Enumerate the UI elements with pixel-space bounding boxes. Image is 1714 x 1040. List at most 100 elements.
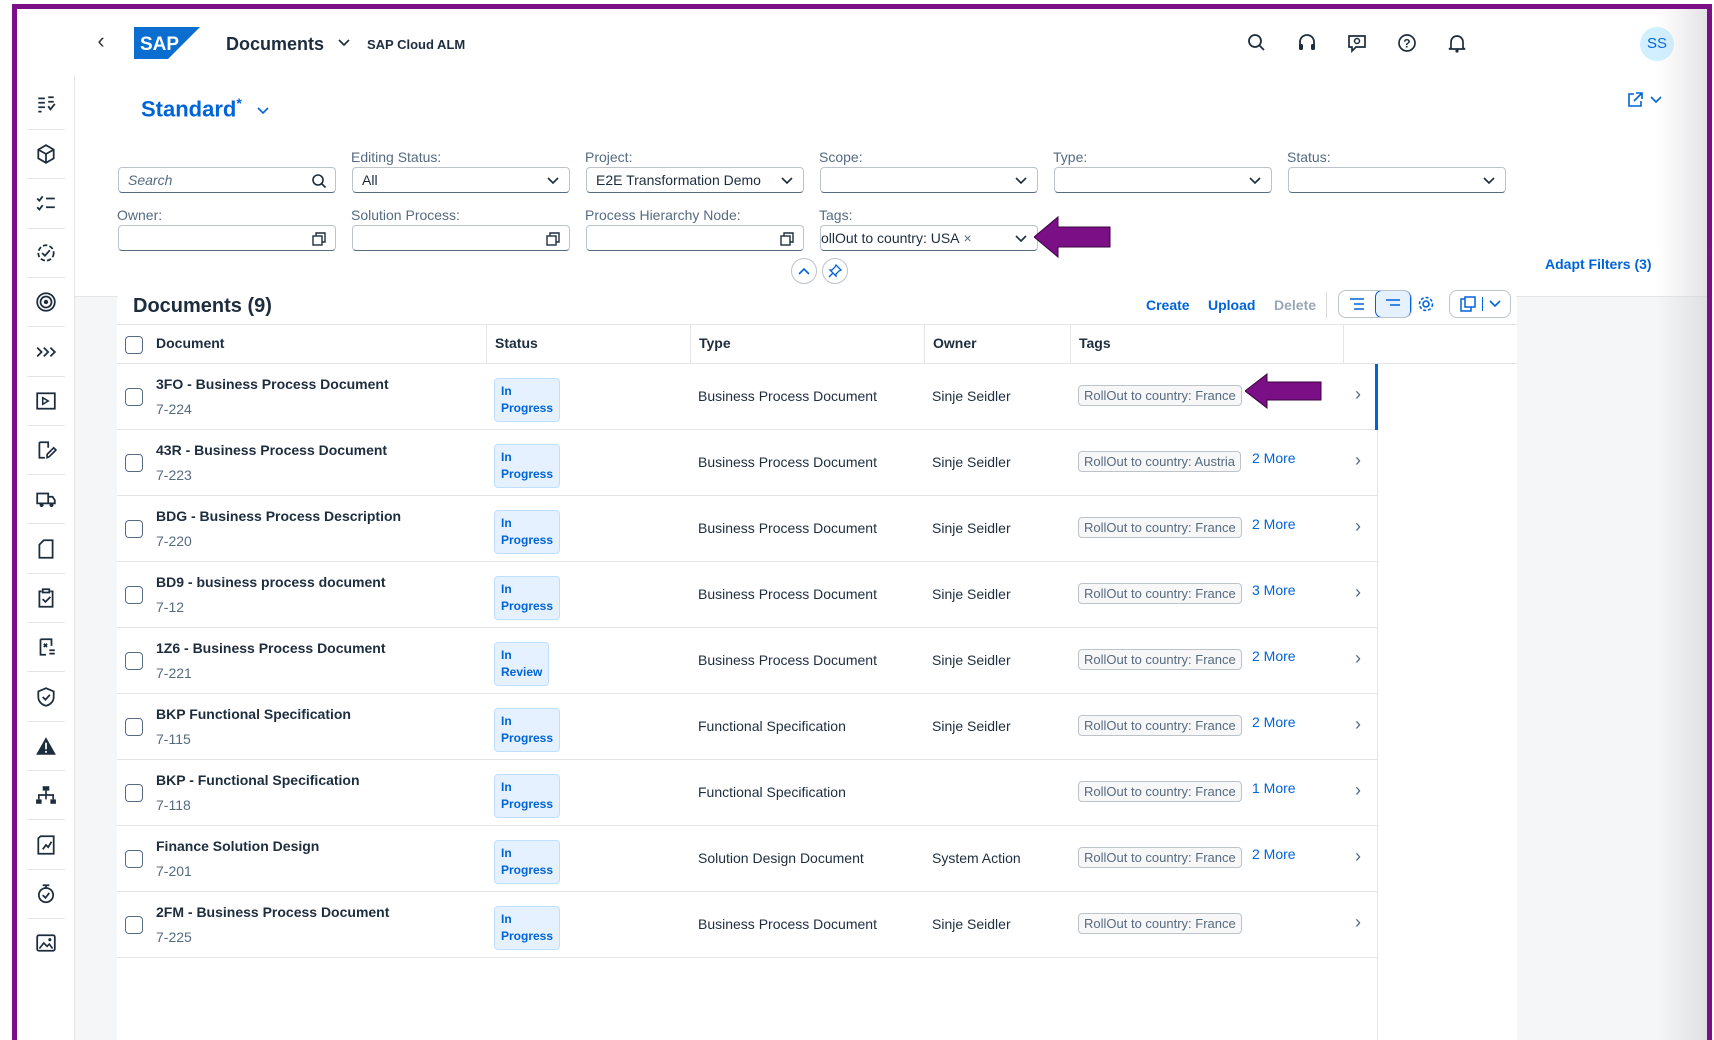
more-tags-link[interactable]: 2 More — [1252, 516, 1296, 532]
more-tags-link[interactable]: 2 More — [1252, 648, 1296, 664]
row-checkbox[interactable] — [125, 586, 143, 604]
side-nav-item-3[interactable] — [21, 178, 71, 230]
chevron-down-icon[interactable] — [1011, 229, 1031, 249]
row-navigation-icon[interactable]: › — [1355, 912, 1361, 933]
search-input[interactable]: Search — [118, 167, 336, 193]
document-name[interactable]: 2FM - Business Process Document — [156, 904, 389, 920]
help-icon[interactable]: ? — [1395, 31, 1419, 55]
table-row[interactable]: 43R - Business Process Document 7-223 In Pr… — [117, 430, 1377, 496]
row-navigation-icon[interactable]: › — [1355, 648, 1361, 669]
side-nav-item-6[interactable] — [21, 326, 71, 378]
document-name[interactable]: BKP - Functional Specification — [156, 772, 360, 788]
row-checkbox[interactable] — [125, 652, 143, 670]
pin-header-button[interactable] — [822, 258, 848, 284]
gear-icon[interactable] — [1417, 295, 1435, 313]
view-toggle[interactable] — [1338, 290, 1412, 318]
side-nav-item-7[interactable] — [21, 375, 71, 427]
column-header-owner[interactable]: Owner — [933, 335, 977, 351]
side-nav-item-17[interactable] — [21, 868, 71, 920]
column-header-document[interactable]: Document — [156, 335, 224, 351]
chevron-down-icon[interactable] — [257, 105, 269, 117]
side-nav-item-1[interactable] — [21, 79, 71, 131]
value-help-icon[interactable] — [543, 229, 563, 249]
scope-select[interactable] — [820, 167, 1038, 193]
document-name[interactable]: 1Z6 - Business Process Document — [156, 640, 386, 656]
side-nav-item-9[interactable] — [21, 473, 71, 525]
back-button[interactable]: ‹ — [89, 29, 113, 53]
row-navigation-icon[interactable]: › — [1355, 780, 1361, 801]
adapt-filters-button[interactable]: Adapt Filters (3) — [1545, 256, 1652, 272]
table-row[interactable]: 3FO - Business Process Document 7-224 In Pr… — [117, 364, 1377, 430]
upload-button[interactable]: Upload — [1208, 297, 1255, 313]
collapse-header-button[interactable] — [791, 258, 817, 284]
status-select[interactable] — [1288, 167, 1506, 193]
column-header-type[interactable]: Type — [699, 335, 731, 351]
table-row[interactable]: Finance Solution Design 7-201 In Progress So… — [117, 826, 1377, 892]
row-navigation-icon[interactable]: › — [1355, 582, 1361, 603]
side-nav-item-11[interactable] — [21, 572, 71, 624]
side-nav-item-13[interactable] — [21, 671, 71, 723]
value-help-icon[interactable] — [309, 229, 329, 249]
owner-field[interactable] — [118, 225, 336, 251]
table-row[interactable]: BD9 - business process document 7-12 In Pro… — [117, 562, 1377, 628]
chevron-down-icon[interactable] — [338, 37, 350, 49]
editing-status-select[interactable]: All — [352, 167, 570, 193]
create-button[interactable]: Create — [1146, 297, 1190, 313]
search-icon[interactable] — [1245, 31, 1269, 55]
row-checkbox[interactable] — [125, 850, 143, 868]
collapse-rows-icon[interactable] — [1374, 291, 1411, 317]
table-row[interactable]: 2FM - Business Process Document 7-225 In Pr… — [117, 892, 1377, 958]
row-checkbox[interactable] — [125, 718, 143, 736]
document-name[interactable]: 3FO - Business Process Document — [156, 376, 389, 392]
side-nav-item-14[interactable] — [21, 720, 71, 772]
row-checkbox[interactable] — [125, 454, 143, 472]
document-name[interactable]: 43R - Business Process Document — [156, 442, 387, 458]
tag-token[interactable]: ollOut to country: USA × — [821, 230, 972, 246]
side-nav-item-16[interactable] — [21, 819, 71, 871]
side-nav-item-2[interactable] — [21, 128, 71, 180]
more-tags-link[interactable]: 2 More — [1252, 450, 1296, 466]
document-name[interactable]: BKP Functional Specification — [156, 706, 351, 722]
delete-button[interactable]: Delete — [1274, 297, 1316, 313]
table-row[interactable]: BDG - Business Process Description 7-220 I… — [117, 496, 1377, 562]
tags-multiselect[interactable]: ollOut to country: USA × — [820, 225, 1038, 251]
type-select[interactable] — [1054, 167, 1272, 193]
feedback-icon[interactable] — [1345, 31, 1369, 55]
variant-selector[interactable]: Standard* — [141, 95, 242, 122]
table-row[interactable]: BKP - Functional Specification 7-118 In Pro… — [117, 760, 1377, 826]
column-header-status[interactable]: Status — [495, 335, 538, 351]
row-navigation-icon[interactable]: › — [1355, 846, 1361, 867]
table-row[interactable]: 1Z6 - Business Process Document 7-221 In Re… — [117, 628, 1377, 694]
row-navigation-icon[interactable]: › — [1355, 714, 1361, 735]
side-nav-item-4[interactable] — [21, 227, 71, 279]
table-row[interactable]: BKP Functional Specification 7-115 In Progr… — [117, 694, 1377, 760]
solution-process-field[interactable] — [352, 225, 570, 251]
side-nav-item-8[interactable] — [21, 424, 71, 476]
process-hierarchy-node-field[interactable] — [586, 225, 804, 251]
more-tags-link[interactable]: 2 More — [1252, 846, 1296, 862]
more-tags-link[interactable]: 2 More — [1252, 714, 1296, 730]
row-checkbox[interactable] — [125, 388, 143, 406]
side-nav-item-10[interactable] — [21, 523, 71, 575]
side-nav-item-15[interactable] — [21, 769, 71, 821]
select-all-checkbox[interactable] — [125, 336, 143, 354]
side-nav-item-5[interactable] — [21, 276, 71, 328]
bell-icon[interactable] — [1445, 31, 1469, 55]
value-help-icon[interactable] — [777, 229, 797, 249]
row-checkbox[interactable] — [125, 520, 143, 538]
row-navigation-icon[interactable]: › — [1355, 450, 1361, 471]
document-name[interactable]: BD9 - business process document — [156, 574, 386, 590]
row-navigation-icon[interactable]: › — [1355, 384, 1361, 405]
side-nav-item-18[interactable] — [21, 917, 71, 969]
document-name[interactable]: BDG - Business Process Description — [156, 508, 401, 524]
more-tags-link[interactable]: 1 More — [1252, 780, 1296, 796]
token-remove-icon[interactable]: × — [964, 230, 972, 246]
app-title-menu[interactable]: Documents — [226, 34, 324, 55]
document-name[interactable]: Finance Solution Design — [156, 838, 319, 854]
row-checkbox[interactable] — [125, 784, 143, 802]
search-icon[interactable] — [309, 171, 329, 191]
headset-icon[interactable] — [1295, 31, 1319, 55]
project-select[interactable]: E2E Transformation Demo — [586, 167, 804, 193]
sap-logo[interactable]: SAP — [134, 27, 200, 59]
row-navigation-icon[interactable]: › — [1355, 516, 1361, 537]
